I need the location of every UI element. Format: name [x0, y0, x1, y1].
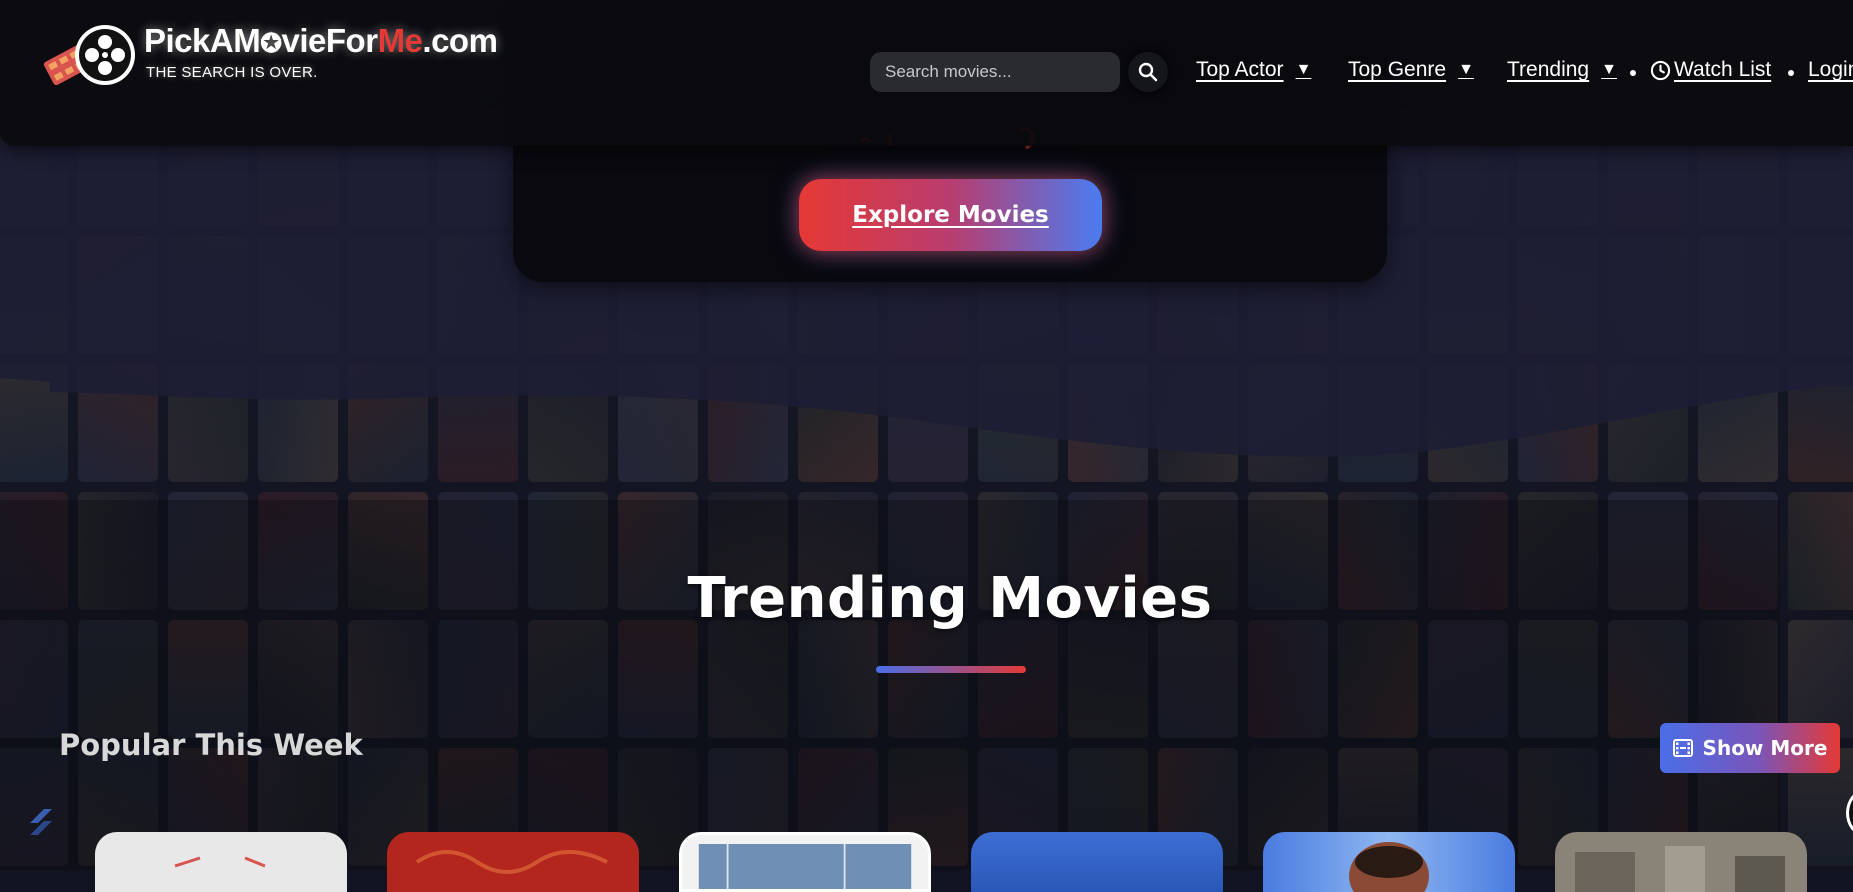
caret-down-icon: ▼: [1458, 61, 1474, 78]
nav-top-genre[interactable]: Top Genre ▼: [1348, 58, 1474, 82]
nav-login[interactable]: Login: [1808, 58, 1853, 82]
nav-login-label: Login: [1808, 58, 1853, 81]
nav-watch-list[interactable]: Watch List: [1650, 58, 1771, 82]
trending-section-band: [0, 500, 1780, 870]
movie-poster-thumbnail: [174, 856, 266, 868]
nav-top-genre-label: Top Genre: [1348, 58, 1447, 81]
search-input[interactable]: [870, 52, 1120, 92]
nav-separator-dot: [1788, 70, 1794, 76]
movie-poster-thumbnail: [415, 850, 608, 874]
movie-card[interactable]: [95, 832, 347, 892]
clock-icon: [1650, 60, 1671, 80]
title-underline-accent: [876, 666, 1026, 673]
show-more-label: Show More: [1702, 736, 1828, 760]
popular-this-week-heading: Popular This Week: [59, 728, 363, 762]
movie-card[interactable]: [387, 832, 639, 892]
nav-watch-list-label: Watch List: [1674, 58, 1772, 81]
trending-section-title: Trending Movies: [687, 566, 1213, 631]
site-logo[interactable]: PickAM✪vieForMe.com THE SEARCH IS OVER.: [36, 12, 498, 90]
movie-poster-thumbnail: [971, 832, 1223, 892]
nav-trending-label: Trending: [1507, 58, 1590, 81]
movie-poster-thumbnail: [1575, 846, 1785, 892]
caret-down-icon: ▼: [1601, 61, 1617, 78]
logo-wordmark: PickAM✪vieForMe.com: [144, 22, 498, 59]
nav-top-actor[interactable]: Top Actor ▼: [1196, 58, 1311, 82]
caret-down-icon: ▼: [1295, 61, 1312, 78]
film-icon: [1672, 739, 1693, 757]
nav-trending[interactable]: Trending ▼: [1507, 58, 1617, 82]
movie-card[interactable]: [679, 832, 931, 892]
nav-separator-dot: [1630, 70, 1636, 76]
search-icon: [1138, 62, 1158, 82]
show-more-button[interactable]: Show More: [1660, 723, 1840, 773]
widget-logo-icon[interactable]: [26, 805, 56, 839]
movie-card[interactable]: [1263, 832, 1515, 892]
movie-card[interactable]: [1555, 832, 1807, 892]
nav-top-actor-label: Top Actor: [1196, 58, 1284, 81]
movie-poster-thumbnail: [698, 844, 912, 889]
movie-poster-thumbnail: [1349, 842, 1429, 892]
film-reel-logo-icon: [43, 25, 135, 86]
movie-card[interactable]: [971, 832, 1223, 892]
search-button[interactable]: [1128, 52, 1168, 92]
top-navbar: PickAM✪vieForMe.com THE SEARCH IS OVER. …: [0, 0, 1853, 146]
logo-tagline: THE SEARCH IS OVER.: [146, 64, 318, 81]
explore-movies-button[interactable]: Explore Movies: [799, 179, 1102, 251]
